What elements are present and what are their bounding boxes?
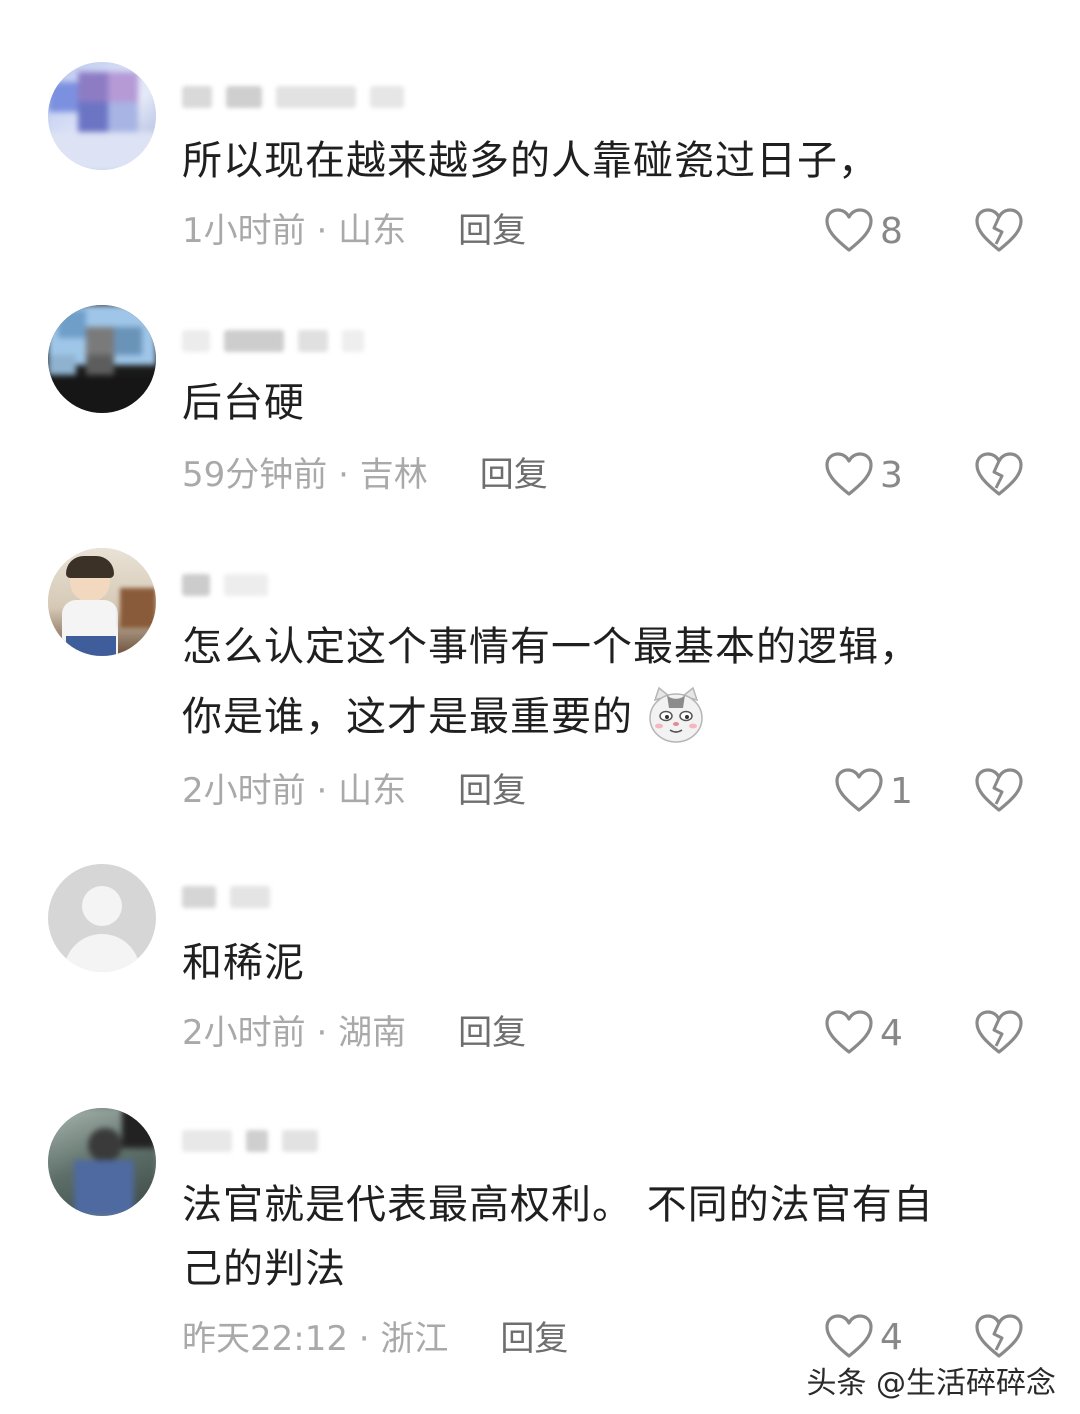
broken-heart-icon <box>974 452 1024 498</box>
avatar[interactable] <box>48 864 156 972</box>
meta-separator: · <box>347 1319 381 1359</box>
meta-separator: · <box>305 771 339 811</box>
comment-meta: 昨天22:12 · 浙江 回复 <box>182 1314 568 1364</box>
broken-heart-icon <box>974 208 1024 254</box>
like-button[interactable]: 1 <box>834 766 913 816</box>
reply-button[interactable]: 回复 <box>458 1008 526 1058</box>
like-count: 1 <box>890 770 913 812</box>
broken-heart-icon <box>974 768 1024 814</box>
avatar[interactable] <box>48 1108 156 1216</box>
heart-outline-icon <box>834 768 884 814</box>
comment-time: 2小时前 <box>182 1013 306 1053</box>
dislike-button[interactable] <box>974 1008 1024 1058</box>
cat-face-emoji <box>647 686 705 744</box>
comment-location: 吉林 <box>359 455 428 495</box>
username-obscured[interactable] <box>182 882 270 912</box>
comment-text: 所以现在越来越多的人靠碰瓷过日子， <box>182 138 879 184</box>
avatar[interactable] <box>48 548 156 656</box>
heart-outline-icon <box>824 1010 874 1056</box>
username-obscured[interactable] <box>182 1126 318 1156</box>
comment-text-line: 怎么认定这个事情有一个最基本的逻辑， <box>182 624 920 670</box>
watermark-label: 头条 @生活碎碎念 <box>806 1366 1056 1401</box>
comment-text-line-2: 你是谁，这才是最重要的 <box>182 686 1022 748</box>
default-avatar-icon <box>48 864 156 972</box>
comment-text-line-content: 你是谁，这才是最重要的 <box>182 694 633 740</box>
comment-text-line: 法官就是代表最高权利。 不同的法官有自 <box>182 1182 934 1228</box>
username-obscured[interactable] <box>182 82 404 112</box>
comment-meta: 2小时前 · 山东 回复 <box>182 766 526 816</box>
like-count: 4 <box>880 1012 903 1054</box>
username-obscured[interactable] <box>182 326 364 356</box>
reply-button[interactable]: 回复 <box>458 766 526 816</box>
like-button[interactable]: 3 <box>824 450 903 500</box>
comment-text: 怎么认定这个事情有一个最基本的逻辑， 你是谁，这才是最重要的 <box>182 616 1022 748</box>
username-obscured[interactable] <box>182 570 268 600</box>
reply-button[interactable]: 回复 <box>500 1314 568 1364</box>
comment-time: 2小时前 <box>182 771 306 811</box>
meta-separator: · <box>327 455 360 495</box>
comment-time: 59分钟前 <box>182 455 328 495</box>
reply-button[interactable]: 回复 <box>480 450 548 500</box>
like-count: 3 <box>880 454 903 496</box>
comment-time: 昨天22:12 <box>182 1319 348 1359</box>
comment-location: 山东 <box>338 211 407 251</box>
dislike-button[interactable] <box>974 1312 1024 1362</box>
like-count: 4 <box>880 1316 903 1358</box>
comment-time: 1小时前 <box>182 211 306 251</box>
broken-heart-icon <box>974 1314 1024 1360</box>
comment-meta: 2小时前 · 湖南 回复 <box>182 1008 526 1058</box>
heart-outline-icon <box>824 452 874 498</box>
heart-outline-icon <box>824 208 874 254</box>
comment-meta: 1小时前 · 山东 回复 <box>182 206 526 256</box>
comment-text: 后台硬 <box>182 380 305 426</box>
like-button[interactable]: 4 <box>824 1008 903 1058</box>
dislike-button[interactable] <box>974 206 1024 256</box>
meta-separator: · <box>305 1013 339 1053</box>
avatar[interactable] <box>48 62 156 170</box>
broken-heart-icon <box>974 1010 1024 1056</box>
heart-outline-icon <box>824 1314 874 1360</box>
comment-location: 湖南 <box>338 1013 407 1053</box>
like-button[interactable]: 8 <box>824 206 903 256</box>
comment-text-line-2: 己的判法 <box>182 1246 346 1292</box>
comment-text: 法官就是代表最高权利。 不同的法官有自 己的判法 <box>182 1174 1022 1300</box>
avatar[interactable] <box>48 305 156 413</box>
meta-separator: · <box>305 211 339 251</box>
dislike-button[interactable] <box>974 450 1024 500</box>
reply-button[interactable]: 回复 <box>458 206 526 256</box>
comment-location: 山东 <box>338 771 407 811</box>
comment-meta: 59分钟前 · 吉林 回复 <box>182 450 548 500</box>
like-count: 8 <box>880 210 903 252</box>
dislike-button[interactable] <box>974 766 1024 816</box>
comment-text: 和稀泥 <box>182 940 305 986</box>
like-button[interactable]: 4 <box>824 1312 903 1362</box>
comment-location: 浙江 <box>380 1319 449 1359</box>
